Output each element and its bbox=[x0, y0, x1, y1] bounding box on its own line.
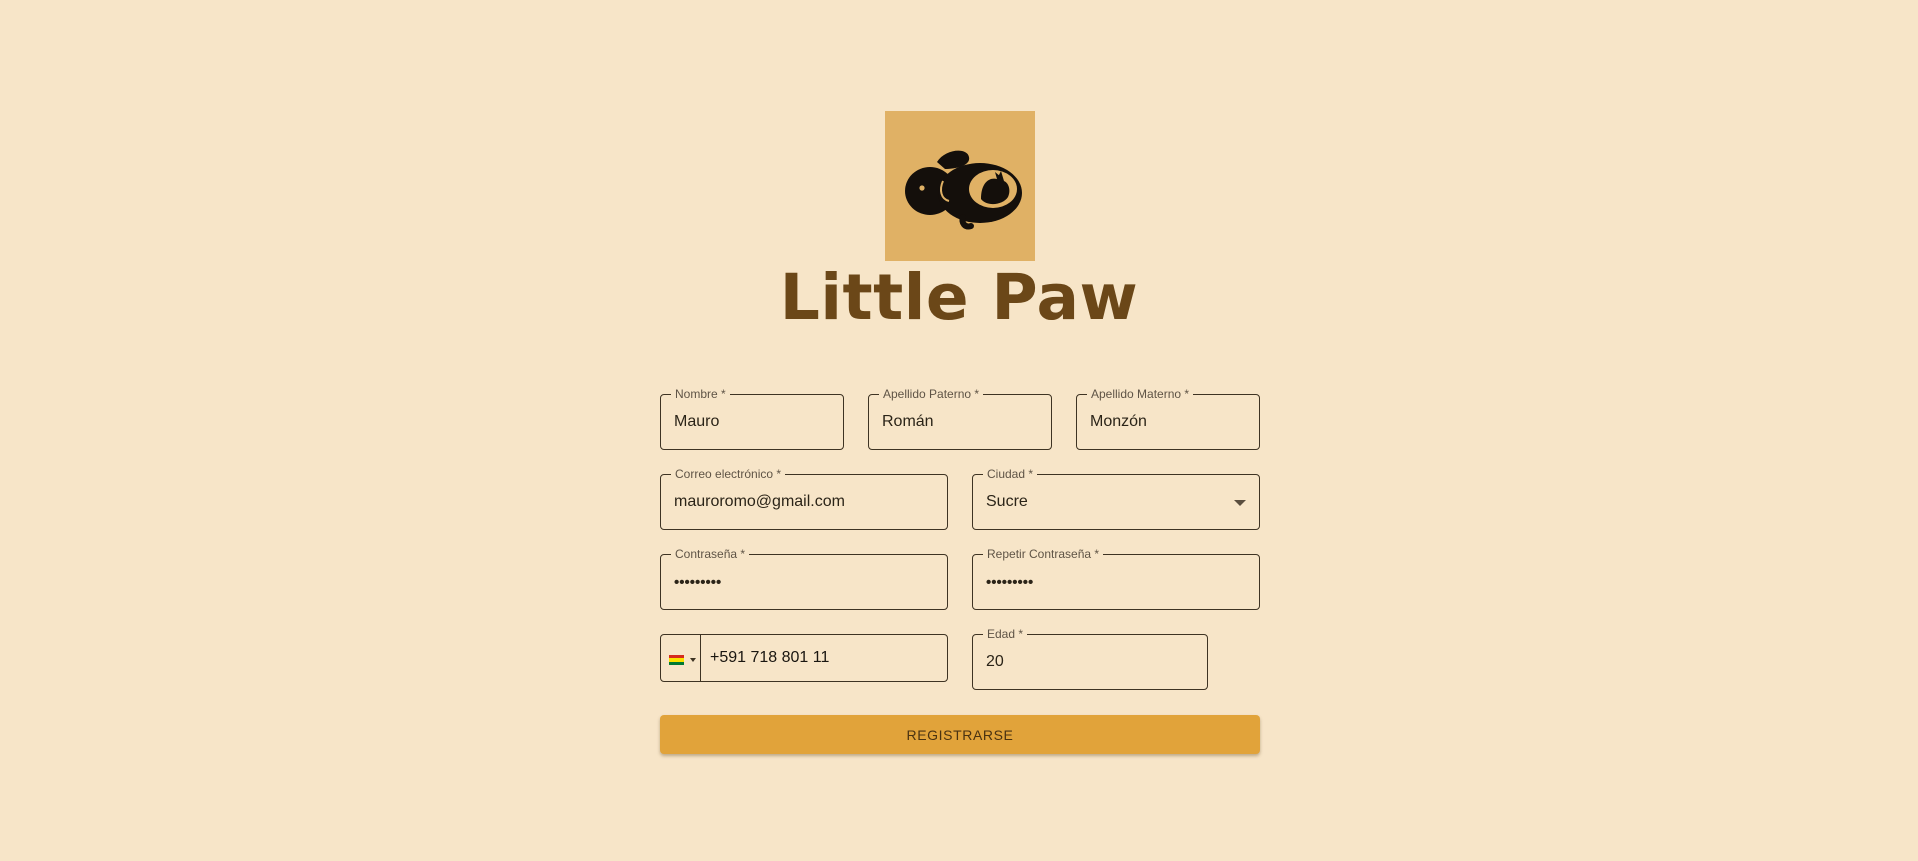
apellido-paterno-field[interactable]: Apellido Paterno * Román bbox=[868, 386, 1052, 450]
logo bbox=[885, 111, 1035, 261]
correo-value: mauroromo@gmail.com bbox=[674, 493, 845, 510]
apellido-materno-field[interactable]: Apellido Materno * Monzón bbox=[1076, 386, 1260, 450]
country-selector-button[interactable] bbox=[661, 635, 701, 681]
correo-field[interactable]: Correo electrónico * mauroromo@gmail.com bbox=[660, 466, 948, 530]
ciudad-select[interactable]: Ciudad * Sucre bbox=[972, 466, 1260, 530]
apellido-paterno-value: Román bbox=[882, 413, 934, 430]
edad-field[interactable]: Edad * 20 bbox=[972, 626, 1208, 690]
apellido-materno-value: Monzón bbox=[1090, 413, 1147, 430]
brand-title: Little Paw bbox=[779, 261, 1139, 334]
chevron-down-icon[interactable] bbox=[1234, 500, 1246, 506]
contrasena-value: ••••••••• bbox=[674, 573, 722, 591]
nombre-value: Mauro bbox=[674, 413, 720, 430]
ciudad-value: Sucre bbox=[986, 493, 1028, 510]
edad-value: 20 bbox=[986, 653, 1004, 670]
register-button[interactable]: REGISTRARSE bbox=[660, 715, 1260, 754]
telefono-field[interactable]: +591 718 801 11 bbox=[660, 634, 948, 682]
repetir-contrasena-value: ••••••••• bbox=[986, 573, 1034, 591]
telefono-value: +591 718 801 11 bbox=[710, 649, 830, 666]
dog-and-cat-logo-icon bbox=[905, 150, 1022, 230]
bolivia-flag-icon bbox=[669, 655, 684, 665]
caret-down-icon bbox=[690, 658, 696, 662]
nombre-field[interactable]: Nombre * Mauro bbox=[660, 386, 844, 450]
contrasena-field[interactable]: Contraseña * ••••••••• bbox=[660, 546, 948, 610]
repetir-contrasena-field[interactable]: Repetir Contraseña * ••••••••• bbox=[972, 546, 1260, 610]
